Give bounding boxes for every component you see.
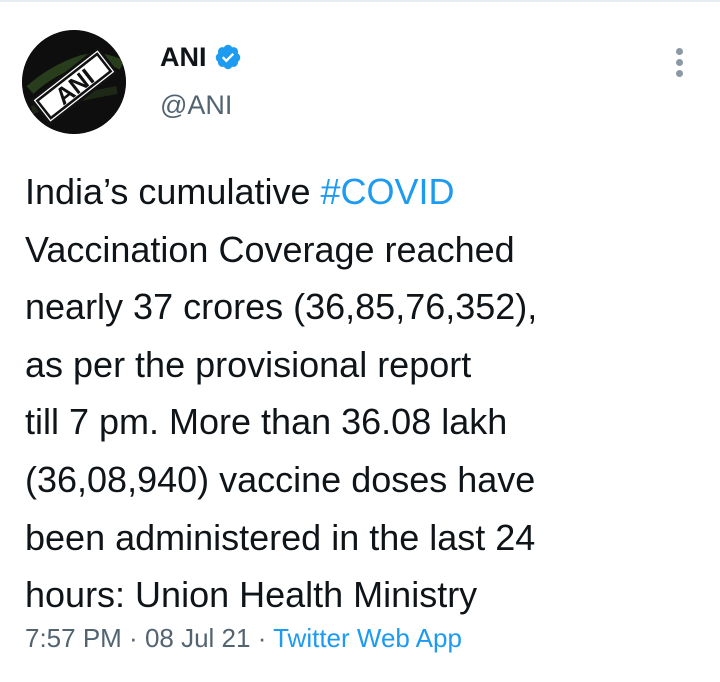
- tweet-text: India’s cumulative #COVID Vaccination Co…: [25, 163, 715, 624]
- verified-badge-icon: [215, 44, 241, 70]
- tweet-line: as per the provisional report: [25, 343, 472, 385]
- tweet: ANI ANI @ANI India’s cumulative #COVID V…: [0, 0, 720, 682]
- tweet-line: hours: Union Health Ministry: [25, 574, 478, 616]
- tweet-line: been administered in the last 24: [25, 516, 536, 558]
- tweet-line: Vaccination Coverage reached: [25, 228, 515, 270]
- tweet-date[interactable]: 08 Jul 21: [145, 623, 251, 653]
- hashtag-link[interactable]: #COVID: [321, 171, 455, 212]
- tweet-line: India’s cumulative #COVID: [25, 171, 455, 212]
- tweet-line: till 7 pm. More than 36.08 lakh: [25, 401, 508, 443]
- meta-separator: ·: [121, 623, 145, 653]
- divider: [0, 0, 720, 2]
- tweet-time[interactable]: 7:57 PM: [25, 623, 122, 653]
- ani-logo: ANI: [22, 30, 126, 134]
- author-handle[interactable]: @ANI: [160, 88, 232, 122]
- more-options-icon[interactable]: [666, 42, 694, 82]
- tweet-line: nearly 37 crores (36,85,76,352),: [25, 286, 538, 328]
- tweet-line: (36,08,940) vaccine doses have: [25, 458, 536, 500]
- meta-separator: ·: [250, 623, 274, 653]
- tweet-meta: 7:57 PM · 08 Jul 21 · Twitter Web App: [25, 620, 462, 656]
- author-display-name[interactable]: ANI: [160, 40, 207, 74]
- avatar[interactable]: ANI: [22, 30, 126, 134]
- tweet-source-link[interactable]: Twitter Web App: [273, 623, 462, 653]
